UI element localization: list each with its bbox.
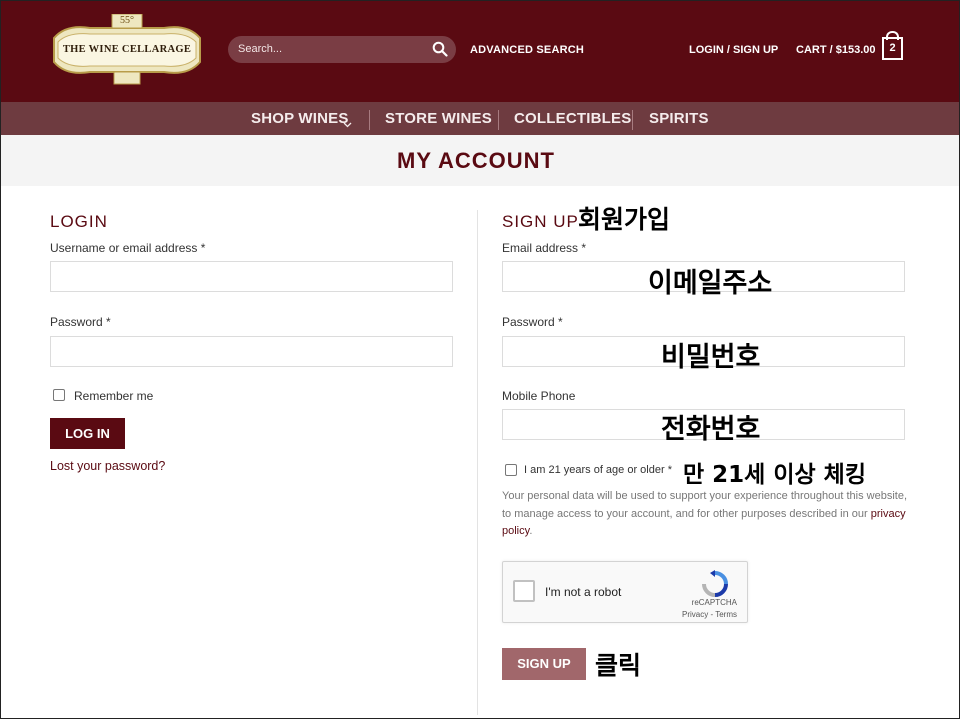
annotation-password: 비밀번호 [661, 342, 761, 373]
remember-me-label: Remember me [74, 389, 154, 403]
annotation-age: 만 21세 이상 체킹 [683, 462, 866, 488]
nav-spirits[interactable]: SPIRITS [649, 110, 709, 127]
page-title: MY ACCOUNT [397, 148, 555, 173]
lost-password-link[interactable]: Lost your password? [50, 459, 165, 473]
age-confirm-checkbox[interactable] [505, 464, 517, 476]
site-header: 55° THE WINE CELLARAGE Search... ADVANCE… [0, 0, 960, 102]
privacy-end: . [529, 525, 533, 537]
signup-password-label: Password * [502, 315, 563, 329]
logo-degree: 55° [120, 15, 134, 26]
login-password-label: Password * [50, 315, 111, 329]
login-password-input[interactable] [50, 336, 453, 367]
login-heading: LOGIN [50, 212, 108, 231]
remember-me-checkbox[interactable] [53, 389, 65, 401]
column-divider [477, 210, 478, 715]
site-logo[interactable]: 55° THE WINE CELLARAGE [50, 13, 204, 86]
nav-divider [498, 110, 499, 130]
login-button[interactable]: LOG IN [50, 418, 125, 449]
username-label: Username or email address * [50, 241, 206, 255]
nav-collectibles[interactable]: COLLECTIBLES [514, 110, 631, 127]
nav-shop-wines[interactable]: SHOP WINES [251, 110, 349, 127]
cart-count-badge[interactable]: 2 [882, 37, 903, 60]
main-nav: SHOP WINES STORE WINES COLLECTIBLES SPIR… [0, 102, 960, 135]
recaptcha-checkbox[interactable] [513, 580, 535, 602]
search-box[interactable]: Search... [228, 36, 456, 63]
privacy-notice: Your personal data will be used to suppo… [502, 488, 912, 541]
annotation-email: 이메일주소 [648, 268, 773, 299]
age-confirm-label: I am 21 years of age or older * [524, 464, 672, 476]
signup-button[interactable]: SIGN UP [502, 648, 586, 680]
annotation-phone: 전화번호 [661, 414, 761, 445]
chevron-down-icon[interactable] [343, 115, 352, 133]
page-title-band: MY ACCOUNT [0, 135, 960, 186]
cart-link[interactable]: CART / $153.00 [796, 44, 875, 56]
logo-text: THE WINE CELLARAGE [62, 44, 192, 55]
nav-divider [369, 110, 370, 130]
privacy-text: Your personal data will be used to suppo… [502, 490, 908, 520]
email-label: Email address * [502, 241, 587, 255]
recaptcha-brand: reCAPTCHA [691, 598, 737, 607]
search-input[interactable]: Search... [238, 43, 282, 55]
annotation-click: 클릭 [595, 651, 642, 680]
nav-divider [632, 110, 633, 130]
annotation-signup: 회원가입 [578, 205, 671, 234]
recaptcha-widget: I'm not a robot reCAPTCHA Privacy - Term… [502, 561, 748, 623]
search-icon[interactable] [432, 41, 448, 62]
recaptcha-terms-link[interactable]: Privacy - Terms [682, 610, 737, 619]
recaptcha-label: I'm not a robot [545, 585, 622, 599]
login-signup-link[interactable]: LOGIN / SIGN UP [689, 44, 778, 56]
signup-heading: SIGN UP [502, 212, 579, 231]
username-input[interactable] [50, 261, 453, 292]
advanced-search-link[interactable]: ADVANCED SEARCH [470, 44, 584, 56]
nav-store-wines[interactable]: STORE WINES [385, 110, 492, 127]
mobile-phone-label: Mobile Phone [502, 389, 576, 403]
